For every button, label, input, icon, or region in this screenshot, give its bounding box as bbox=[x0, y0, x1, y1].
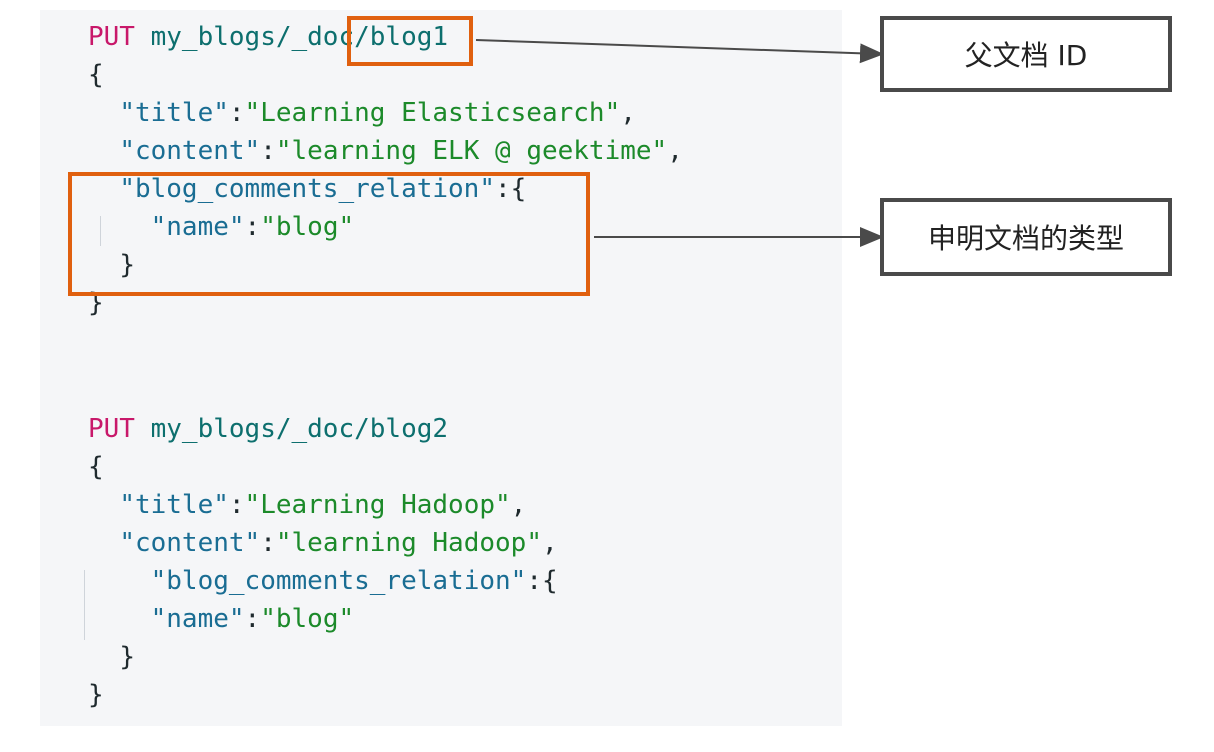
content-key: "content" bbox=[119, 136, 261, 166]
canvas: PUT my_blogs/_doc/blog1 { "title":"Learn… bbox=[0, 0, 1214, 752]
relation-key: "blog_comments_relation" bbox=[150, 566, 527, 596]
inner-close-brace: } bbox=[119, 642, 135, 672]
request-path: my_blogs/_doc/blog2 bbox=[150, 414, 449, 444]
relation-highlight bbox=[68, 172, 590, 296]
content-value: "learning ELK @ geektime" bbox=[275, 136, 668, 166]
close-brace: } bbox=[88, 680, 104, 710]
content-field: "content":"learning Hadoop", bbox=[119, 528, 558, 558]
http-method: PUT bbox=[88, 414, 135, 444]
request-line-2: PUT my_blogs/_doc/blog2 bbox=[88, 410, 448, 448]
request-path-prefix: my_blogs/_doc/ bbox=[150, 22, 370, 52]
title-value: "Learning Hadoop" bbox=[244, 490, 511, 520]
title-key: "title" bbox=[119, 490, 229, 520]
title-key: "title" bbox=[119, 98, 229, 128]
name-value: "blog" bbox=[260, 604, 355, 634]
code-panel: PUT my_blogs/_doc/blog1 { "title":"Learn… bbox=[40, 10, 842, 726]
open-brace: { bbox=[88, 60, 104, 90]
doc-type-callout: 申明文档的类型 bbox=[880, 198, 1172, 276]
parent-id-callout: 父文档 ID bbox=[880, 16, 1172, 92]
relation-field: "blog_comments_relation":{ bbox=[150, 566, 558, 596]
name-key: "name" bbox=[150, 604, 245, 634]
title-field: "title":"Learning Hadoop", bbox=[119, 490, 527, 520]
open-brace: { bbox=[88, 452, 104, 482]
indent-guide bbox=[84, 570, 85, 640]
content-value: "learning Hadoop" bbox=[275, 528, 542, 558]
content-field: "content":"learning ELK @ geektime", bbox=[119, 136, 683, 166]
http-method: PUT bbox=[88, 22, 135, 52]
title-field: "title":"Learning Elasticsearch", bbox=[119, 98, 636, 128]
content-key: "content" bbox=[119, 528, 261, 558]
title-value: "Learning Elasticsearch" bbox=[244, 98, 621, 128]
name-field: "name":"blog" bbox=[150, 604, 355, 634]
parent-id-highlight bbox=[347, 16, 473, 66]
